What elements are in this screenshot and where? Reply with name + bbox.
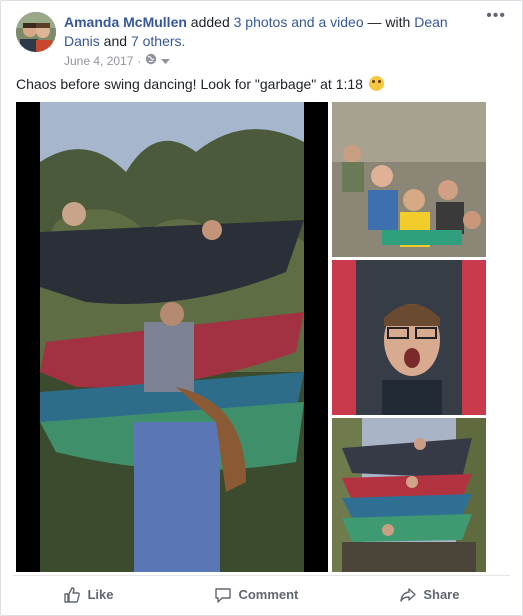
like-label: Like bbox=[87, 587, 114, 602]
caption-text: Chaos before swing dancing! Look for "ga… bbox=[16, 76, 363, 92]
avatar[interactable] bbox=[16, 12, 56, 52]
post-headline: Amanda McMullen added 3 photos and a vid… bbox=[64, 13, 484, 51]
post-actions: Like Comment Share bbox=[13, 575, 510, 613]
and-text: and bbox=[99, 33, 131, 49]
comment-bubble-icon bbox=[214, 586, 232, 604]
group-selfie-photo[interactable] bbox=[332, 102, 486, 257]
post-caption: Chaos before swing dancing! Look for "ga… bbox=[16, 75, 511, 94]
post-date[interactable]: June 4, 2017 bbox=[64, 54, 133, 68]
globe-icon bbox=[145, 53, 157, 68]
others-link[interactable]: 7 others. bbox=[131, 33, 185, 49]
hammock-selfie-photo[interactable] bbox=[332, 260, 486, 415]
with-text: — with bbox=[363, 14, 415, 30]
more-options-button[interactable]: ••• bbox=[486, 8, 506, 24]
chevron-down-icon[interactable] bbox=[161, 54, 171, 68]
media-count-link[interactable]: 3 photos and a video bbox=[234, 14, 364, 30]
rolling-laughing-emoji-icon bbox=[368, 76, 384, 91]
thumbs-up-icon bbox=[63, 586, 81, 604]
post-card: Amanda McMullen added 3 photos and a vid… bbox=[0, 0, 523, 616]
action-prefix: added bbox=[186, 14, 234, 30]
comment-button[interactable]: Comment bbox=[204, 580, 308, 610]
author-link[interactable]: Amanda McMullen bbox=[64, 14, 187, 30]
hammock-tower-photo[interactable] bbox=[332, 418, 486, 572]
post-meta: June 4, 2017 · bbox=[64, 53, 171, 68]
comment-label: Comment bbox=[238, 587, 299, 602]
date-separator: · bbox=[137, 53, 142, 68]
share-arrow-icon bbox=[399, 586, 417, 604]
video-thumbnail[interactable] bbox=[16, 102, 328, 572]
share-label: Share bbox=[423, 587, 460, 602]
share-button[interactable]: Share bbox=[389, 580, 469, 610]
like-button[interactable]: Like bbox=[53, 580, 123, 610]
